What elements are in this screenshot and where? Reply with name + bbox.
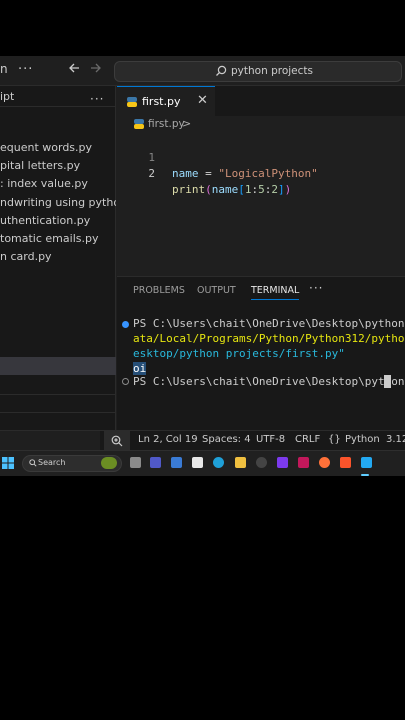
brave-icon[interactable] — [340, 457, 351, 468]
python-file-icon — [127, 97, 137, 107]
explorer-selected-item[interactable] — [0, 357, 116, 375]
explorer-file-item[interactable]: uthentication.py — [0, 212, 116, 230]
breadcrumb: first.py > — [117, 116, 405, 134]
title-bar: n ··· python projects — [0, 56, 405, 86]
firefox-icon[interactable] — [319, 457, 330, 468]
breadcrumb-separator: > — [182, 117, 192, 130]
code-line-active[interactable]: 2 print(name[1:5:2]) — [117, 150, 405, 196]
breadcrumb-file[interactable]: first.py — [148, 118, 185, 130]
taskbar-search[interactable]: Search — [22, 455, 122, 472]
windows-start-icon[interactable] — [2, 457, 14, 469]
sidebar-partial-label: ipts — [0, 90, 14, 103]
terminal-line: PS C:\Users\chait\OneDrive\Desktop\pytho… — [133, 317, 405, 330]
tab-problems[interactable]: PROBLEMS — [133, 285, 185, 296]
explorer-file-item[interactable]: : index value.py — [0, 175, 116, 193]
explorer-file-item[interactable]: pital letters.py — [0, 157, 116, 175]
sidebar-divider — [0, 106, 116, 107]
code-text: print(name[1:5:2]) — [172, 183, 292, 196]
search-icon — [216, 65, 227, 76]
widgets-icon[interactable] — [171, 457, 182, 468]
back-arrow-icon[interactable] — [68, 62, 80, 78]
explorer-file-item[interactable]: tomatic emails.py — [0, 230, 116, 248]
tab-output[interactable]: OUTPUT — [197, 285, 236, 296]
bottom-panel: PROBLEMS OUTPUT TERMINAL ··· PS C:\Users… — [117, 276, 405, 430]
zoom-in-icon — [111, 435, 123, 447]
code-text: name = "LogicalPython" — [172, 167, 318, 180]
menu-more-icon[interactable]: ··· — [18, 62, 33, 77]
python-file-icon — [134, 119, 144, 129]
indentation[interactable]: Spaces: 4 — [202, 434, 251, 445]
sidebar-divider — [0, 412, 116, 413]
tab-terminal[interactable]: TERMINAL — [251, 285, 300, 300]
sidebar-more-icon[interactable]: ··· — [90, 92, 104, 106]
explorer-file-item[interactable]: n card.py — [0, 248, 116, 266]
line-number: 2 — [148, 167, 155, 180]
edge-icon[interactable] — [213, 457, 224, 468]
teams-icon[interactable] — [150, 457, 161, 468]
terminal-line: PS C:\Users\chait\OneDrive\Desktop\pytho… — [133, 375, 405, 388]
close-tab-icon[interactable]: ✕ — [197, 93, 208, 108]
search-icon — [29, 459, 37, 467]
search-highlight-icon — [101, 457, 117, 469]
panel-more-icon[interactable]: ··· — [309, 281, 323, 295]
app-icon[interactable] — [277, 457, 288, 468]
command-center-search[interactable]: python projects — [114, 61, 402, 82]
zoom-indicator[interactable] — [104, 431, 130, 451]
store-icon[interactable] — [192, 457, 203, 468]
command-pending-icon[interactable] — [122, 378, 129, 385]
terminal-line: esktop/python projects/first.py" — [133, 347, 345, 360]
encoding[interactable]: UTF-8 — [256, 434, 285, 445]
vscode-window: n ··· python projects ipts ··· equent wo… — [0, 56, 405, 476]
file-explorer-icon[interactable] — [235, 457, 246, 468]
editor-tabs: first.py ✕ — [117, 86, 405, 116]
tab-first-py[interactable]: first.py ✕ — [117, 86, 215, 116]
app-icon[interactable] — [298, 457, 309, 468]
command-center-label: python projects — [231, 65, 313, 77]
sidebar-divider — [0, 394, 116, 395]
end-of-line[interactable]: CRLF — [295, 434, 320, 445]
command-success-icon[interactable] — [122, 321, 129, 328]
status-bar: Ln 2, Col 19 Spaces: 4 UTF-8 CRLF {} Pyt… — [0, 430, 405, 451]
explorer-file-item[interactable]: ndwriting using python.... — [0, 194, 116, 212]
terminal-line: ata/Local/Programs/Python/Python312/pyth… — [133, 332, 405, 345]
cursor-position[interactable]: Ln 2, Col 19 — [138, 434, 198, 445]
forward-arrow-icon[interactable] — [90, 62, 102, 78]
vscode-icon[interactable] — [361, 457, 372, 468]
task-view-icon[interactable] — [130, 457, 141, 468]
explorer-sidebar: ipts ··· equent words.py pital letters.p… — [0, 86, 116, 430]
code-line[interactable]: 1 name = "LogicalPython" — [117, 134, 405, 180]
menu-fragment[interactable]: n — [0, 62, 8, 76]
language-mode-icon[interactable]: {} — [328, 434, 341, 445]
tab-label: first.py — [142, 95, 181, 108]
explorer-file-item[interactable]: equent words.py — [0, 139, 116, 157]
windows-taskbar: Search — [0, 450, 405, 476]
taskbar-search-label: Search — [38, 458, 66, 467]
terminal-cursor — [384, 375, 391, 388]
python-version[interactable]: 3.12 — [386, 434, 405, 445]
active-app-indicator — [361, 474, 369, 476]
chrome-icon[interactable] — [256, 457, 267, 468]
language-mode[interactable]: Python — [345, 434, 380, 445]
status-left-area — [0, 431, 100, 451]
